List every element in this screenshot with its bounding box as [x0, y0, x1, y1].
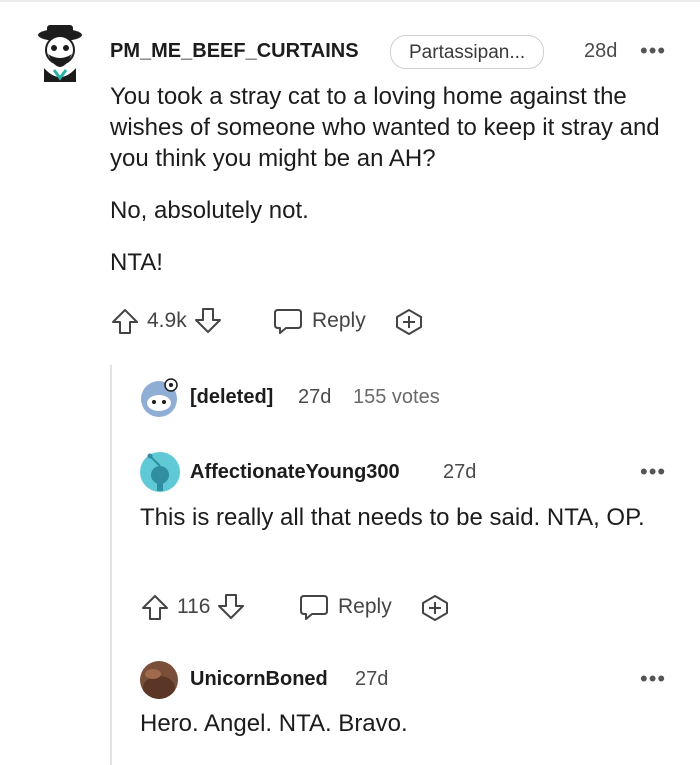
vote-bar: 4.9k: [110, 306, 223, 336]
vote-bar: 116: [140, 592, 246, 622]
reply-button[interactable]: Reply: [272, 306, 366, 336]
vote-count: 116: [177, 595, 211, 618]
avatar: [139, 378, 181, 423]
comment-age: 27d: [355, 668, 389, 690]
comment-age: 27d: [298, 386, 332, 408]
upvote-icon[interactable]: [110, 306, 140, 336]
comment-age: 28d: [584, 40, 618, 62]
comment-paragraph: This is really all that needs to be said…: [140, 504, 645, 531]
thread-line[interactable]: [110, 365, 112, 765]
comment-paragraph: No, absolutely not.: [110, 197, 309, 224]
more-options-icon[interactable]: •••: [640, 40, 666, 62]
avatar[interactable]: [139, 451, 181, 498]
reply-label: Reply: [312, 309, 366, 332]
downvote-icon[interactable]: [193, 306, 223, 336]
more-options-icon[interactable]: •••: [640, 668, 666, 690]
downvote-icon[interactable]: [216, 592, 246, 622]
avatar[interactable]: [30, 22, 90, 84]
award-icon[interactable]: [419, 593, 451, 623]
comment-username: [deleted]: [190, 386, 274, 408]
comment-body: You took a stray cat to a loving home ag…: [110, 81, 680, 278]
comment-body: This is really all that needs to be said…: [140, 502, 680, 533]
reply-button[interactable]: Reply: [298, 592, 392, 622]
comment-paragraph: NTA!: [110, 249, 163, 276]
vote-count-text: 155 votes: [353, 386, 440, 408]
reply-icon: [272, 306, 304, 336]
upvote-icon[interactable]: [140, 592, 170, 622]
top-divider: [0, 0, 700, 2]
comment-paragraph: Hero. Angel. NTA. Bravo.: [140, 710, 408, 737]
comment-paragraph: You took a stray cat to a loving home ag…: [110, 83, 660, 172]
comment-username[interactable]: PM_ME_BEEF_CURTAINS: [110, 40, 359, 63]
comment-age: 27d: [443, 461, 477, 483]
award-icon[interactable]: [393, 307, 425, 337]
avatar[interactable]: [139, 660, 181, 705]
comment-username[interactable]: AffectionateYoung300: [190, 461, 400, 484]
user-flair: Partassipan...: [390, 35, 545, 69]
reply-icon: [298, 592, 330, 622]
comment-body: Hero. Angel. NTA. Bravo.: [140, 708, 680, 739]
comment-username[interactable]: UnicornBoned: [190, 668, 328, 691]
more-options-icon[interactable]: •••: [640, 461, 666, 483]
reply-label: Reply: [338, 595, 392, 618]
vote-count: 4.9k: [147, 309, 187, 332]
